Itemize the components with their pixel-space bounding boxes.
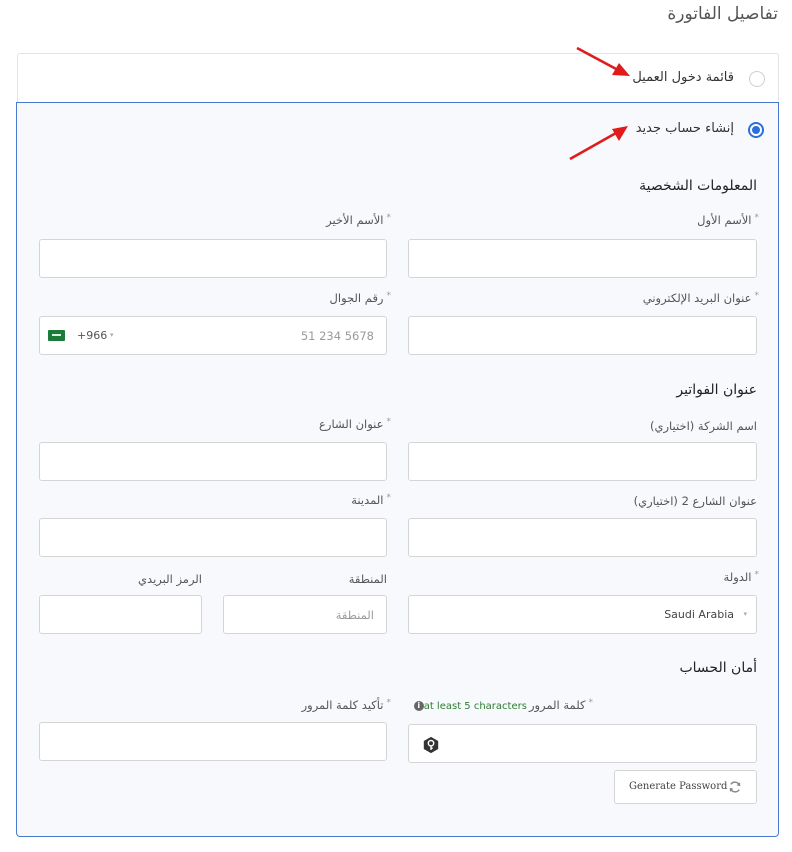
refresh-icon: [729, 781, 741, 793]
city-field[interactable]: [39, 518, 387, 557]
page-title: تفاصيل الفاتورة: [667, 4, 778, 24]
chevron-down-icon[interactable]: ▾: [743, 610, 747, 618]
section-billing-address: عنوان الفواتير: [676, 382, 757, 398]
last-name-field[interactable]: [39, 239, 387, 278]
street-field[interactable]: [39, 442, 387, 481]
chevron-down-icon[interactable]: ▾: [110, 331, 114, 339]
company-label: اسم الشركة (اختياري): [649, 419, 757, 433]
password-hint: at least 5 characters: [423, 701, 527, 712]
annotation-arrows: [569, 46, 630, 161]
postcode-label: الرمز البريدي: [138, 572, 202, 586]
street-input[interactable]: [40, 443, 386, 480]
postcode-field[interactable]: [39, 595, 202, 634]
city-label: *المدينة: [351, 493, 391, 507]
create-account-label[interactable]: إنشاء حساب جديد: [636, 121, 734, 136]
country-select[interactable]: Saudi Arabia ▾: [408, 595, 757, 634]
generate-password-button[interactable]: Generate Password: [614, 770, 757, 804]
section-account-security: أمان الحساب: [679, 660, 757, 676]
annotation-arrow-login: [576, 46, 619, 72]
email-input[interactable]: [409, 317, 756, 354]
country-label: *الدولة: [723, 570, 759, 584]
company-field[interactable]: [408, 442, 757, 481]
street-label: *عنوان الشارع: [319, 417, 391, 431]
saudi-flag-icon[interactable]: [48, 330, 65, 341]
last-name-input[interactable]: [40, 240, 386, 277]
country-selected-value[interactable]: Saudi Arabia: [664, 608, 734, 621]
password-input[interactable]: [409, 725, 756, 762]
street2-input[interactable]: [409, 519, 756, 556]
confirm-password-label: *تأكيد كلمة المرور: [301, 698, 391, 712]
email-field[interactable]: [408, 316, 757, 355]
password-field[interactable]: [408, 724, 757, 763]
dial-code[interactable]: +966: [77, 329, 107, 342]
first-name-label: *الأسم الأول: [697, 213, 759, 227]
annotation-arrow-create: [569, 131, 617, 161]
info-icon[interactable]: i: [413, 700, 424, 711]
region-field[interactable]: [223, 595, 387, 634]
phone-field[interactable]: +966 ▾: [39, 316, 387, 355]
key-icon[interactable]: [422, 736, 440, 754]
street2-field[interactable]: [408, 518, 757, 557]
login-option-label[interactable]: قائمة دخول العميل: [632, 70, 734, 85]
last-name-label: *الأسم الأخير: [326, 213, 391, 227]
login-option[interactable]: قائمة دخول العميل: [17, 53, 779, 103]
section-personal-info: المعلومات الشخصية: [639, 178, 757, 194]
confirm-password-field[interactable]: [39, 722, 387, 761]
login-radio[interactable]: [749, 71, 765, 87]
region-input[interactable]: [224, 596, 386, 633]
first-name-input[interactable]: [409, 240, 756, 277]
create-account-radio[interactable]: [748, 122, 764, 138]
city-input[interactable]: [40, 519, 386, 556]
phone-label: *رقم الجوال: [329, 291, 391, 305]
confirm-password-input[interactable]: [40, 723, 386, 760]
company-input[interactable]: [409, 443, 756, 480]
region-label: المنطقة: [348, 572, 387, 586]
password-label: *كلمة المرورat least 5 charactersi: [413, 698, 593, 712]
generate-password-label: Generate Password: [629, 781, 728, 792]
first-name-field[interactable]: [408, 239, 757, 278]
postcode-input[interactable]: [40, 596, 201, 633]
email-label: *عنوان البريد الإلكتروني: [642, 291, 759, 305]
street2-label: عنوان الشارع 2 (اختياري): [633, 494, 757, 508]
